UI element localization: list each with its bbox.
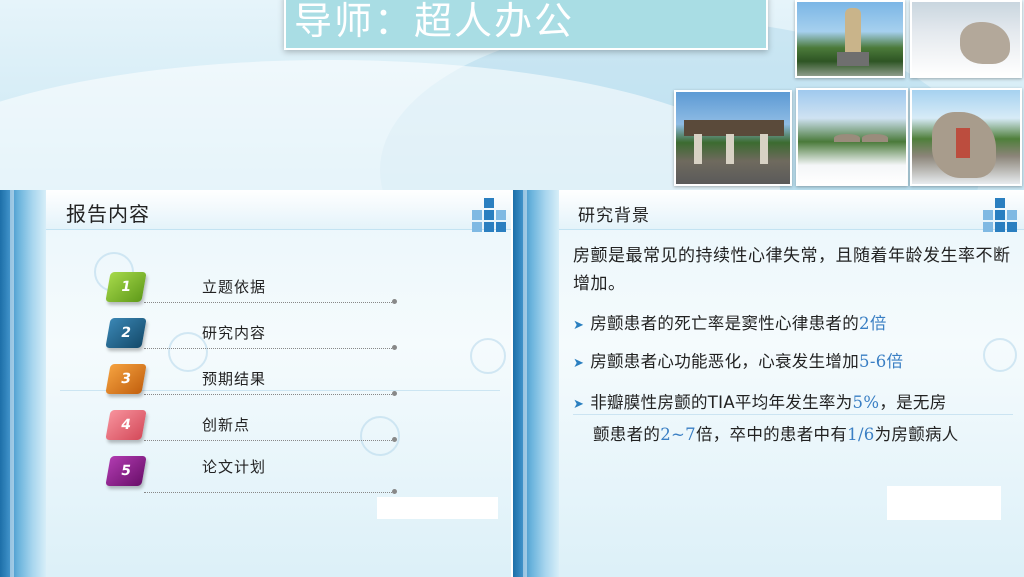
intro-paragraph: 房颤是最常见的持续性心律失常，且随着年龄发生率不断增加。 xyxy=(573,246,1011,294)
square-shape xyxy=(484,210,494,220)
agenda-dotted-line xyxy=(144,348,394,349)
corner-squares-decoration xyxy=(468,198,508,232)
square-shape xyxy=(472,210,482,220)
statue-base-shape xyxy=(837,52,869,66)
bullet-highlight: 2~7 xyxy=(660,425,696,444)
bullet-highlight: 5% xyxy=(852,393,880,412)
square-shape xyxy=(1007,222,1017,232)
agenda-line-dot xyxy=(392,345,397,350)
bullet-heart-failure: ➤ 房颤患者心功能恶化，心衰发生增加5-6倍 xyxy=(573,347,1023,379)
square-shape xyxy=(484,222,494,232)
campus-photo-statue xyxy=(795,0,905,78)
agenda-line-dot xyxy=(392,437,397,442)
agenda-item: 2 研究内容 xyxy=(104,318,404,362)
square-shape xyxy=(496,222,506,232)
slide-side-stripe xyxy=(0,190,46,577)
research-background-slide: 研究背景 房颤是最常见的持续性心律失常，且随着年龄发生率不断增加。 ➤ 房颤患者的… xyxy=(513,190,1024,577)
bullet-text: 倍，卒中的患者中有 xyxy=(695,425,848,444)
agenda-dotted-line xyxy=(144,302,394,303)
agenda-item-label: 立题依据 xyxy=(202,278,267,296)
campus-photo-pavilion xyxy=(796,88,908,186)
square-shape xyxy=(484,198,494,208)
watermark-circle xyxy=(470,338,506,374)
agenda-item-label: 创新点 xyxy=(202,416,251,434)
pavilion-shape xyxy=(834,134,860,142)
agenda-line-dot xyxy=(392,489,397,494)
agenda-heading: 报告内容 xyxy=(66,202,150,226)
inscribed-rock-shape xyxy=(932,112,996,178)
agenda-number-badge: 5 xyxy=(105,456,147,486)
agenda-number-badge: 4 xyxy=(105,410,147,440)
bullet-mortality: ➤ 房颤患者的死亡率是窦性心律患者的2倍 xyxy=(573,309,1023,341)
bullet-highlight: 5-6倍 xyxy=(859,352,904,371)
campus-photo-snow-rock xyxy=(910,0,1022,78)
bullet-text: 颤患者的 xyxy=(593,425,661,444)
square-shape xyxy=(472,222,482,232)
agenda-item-label: 论文计划 xyxy=(202,458,267,476)
square-shape xyxy=(496,210,506,220)
agenda-dotted-line xyxy=(144,492,394,493)
agenda-item: 1 立题依据 xyxy=(104,272,404,316)
bullet-text: 房颤患者的死亡率是窦性心律患者的 xyxy=(590,314,860,333)
bullet-text: 房颤患者心功能恶化，心衰发生增加 xyxy=(590,352,860,371)
agenda-number-badge: 2 xyxy=(105,318,147,348)
bullet-text: 为房颤病人 xyxy=(874,425,959,444)
square-shape xyxy=(1007,210,1017,220)
agenda-item-label: 研究内容 xyxy=(202,324,267,342)
agenda-number-badge: 3 xyxy=(105,364,147,394)
gate-post-shape xyxy=(694,134,702,164)
agenda-line-dot xyxy=(392,391,397,396)
square-shape xyxy=(983,222,993,232)
blank-patch xyxy=(377,497,498,519)
agenda-number-badge: 1 xyxy=(105,272,147,302)
bullet-highlight: 2倍 xyxy=(859,314,887,333)
blank-patch xyxy=(887,486,1001,520)
arrow-bullet-icon: ➤ xyxy=(573,356,585,371)
title-slide: 导师：超人办公 xyxy=(0,0,1024,190)
square-shape xyxy=(995,198,1005,208)
agenda-dotted-line xyxy=(144,440,394,441)
campus-photo-gate xyxy=(674,90,792,186)
arrow-bullet-icon: ➤ xyxy=(573,318,585,333)
statue-shape xyxy=(845,8,861,58)
gate-post-shape xyxy=(726,134,734,164)
pavilion-shape xyxy=(862,134,888,142)
agenda-dotted-line xyxy=(144,394,394,395)
slide-side-stripe xyxy=(513,190,559,577)
square-shape xyxy=(995,222,1005,232)
bullet-highlight: 1/6 xyxy=(847,425,875,444)
agenda-item-label: 预期结果 xyxy=(202,370,267,388)
agenda-item: 3 预期结果 xyxy=(104,364,404,408)
square-shape xyxy=(983,210,993,220)
agenda-slide: 报告内容 1 立题依据 2 研究内容 3 预期结果 4 创新点 5 论文计划 xyxy=(0,190,511,577)
gate-post-shape xyxy=(760,134,768,164)
slide-title: 导师：超人办公 xyxy=(284,0,768,50)
agenda-line-dot xyxy=(392,299,397,304)
rock-shape xyxy=(960,22,1010,64)
bullet-text: 非瓣膜性房颤的TIA平均年发生率为 xyxy=(590,393,853,412)
arrow-bullet-icon: ➤ xyxy=(573,397,585,412)
campus-photo-inscribed-rock xyxy=(910,88,1022,186)
background-heading: 研究背景 xyxy=(578,206,650,226)
bullet-continuation: 颤患者的2~7倍，卒中的患者中有1/6为房颤病人 xyxy=(573,420,1023,450)
agenda-item: 4 创新点 xyxy=(104,410,404,454)
square-shape xyxy=(995,210,1005,220)
agenda-item: 5 论文计划 xyxy=(104,456,404,500)
bullet-text: ，是无房 xyxy=(879,393,947,412)
corner-squares-decoration xyxy=(979,198,1019,232)
bullet-tia-rate: ➤ 非瓣膜性房颤的TIA平均年发生率为5%，是无房 颤患者的2~7倍，卒中的患者中… xyxy=(573,388,1023,450)
